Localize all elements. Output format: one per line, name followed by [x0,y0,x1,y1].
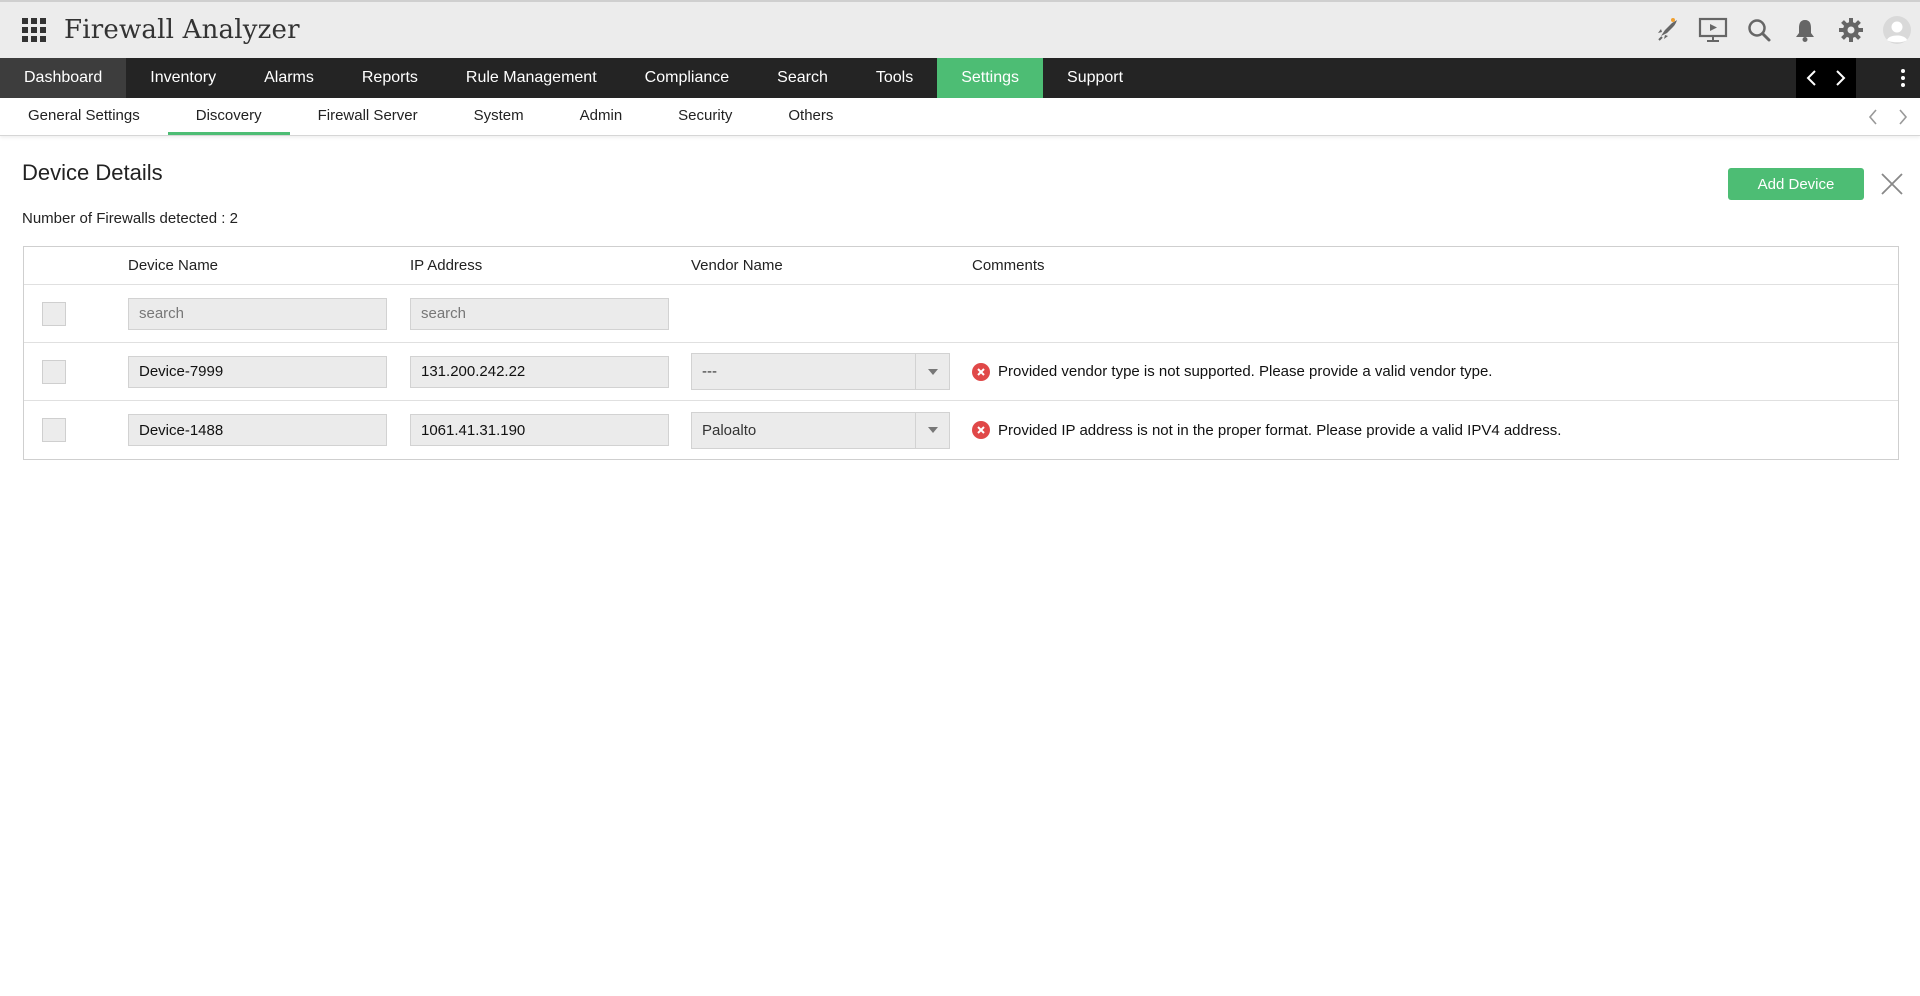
subtab-security[interactable]: Security [650,98,760,135]
column-header-ip-address[interactable]: IP Address [410,257,691,274]
row-checkbox[interactable] [42,418,66,442]
close-icon[interactable] [1878,170,1906,198]
device-name-field[interactable] [128,355,387,388]
error-icon [972,421,990,439]
error-message: Provided vendor type is not supported. P… [998,363,1493,380]
ip-address-field[interactable] [410,414,669,446]
caret-down-icon[interactable] [915,354,949,389]
nav-settings[interactable]: Settings [937,58,1044,98]
gear-icon[interactable] [1828,7,1874,53]
device-table: Device Name IP Address Vendor Name Comme… [23,246,1899,460]
table-header-row: Device Name IP Address Vendor Name Comme… [24,247,1898,285]
column-header-device-name[interactable]: Device Name [128,257,410,274]
main-nav: Dashboard Inventory Alarms Reports Rule … [0,58,1920,98]
more-vertical-icon[interactable] [1886,58,1920,98]
sub-nav: General Settings Discovery Firewall Serv… [0,98,1920,136]
header-toolbar [1644,2,1920,58]
subtab-discovery[interactable]: Discovery [167,98,290,135]
page-title: Device Details [22,160,163,185]
search-icon[interactable] [1736,7,1782,53]
chevron-right-icon[interactable] [1892,106,1914,128]
chevron-left-icon[interactable] [1862,106,1884,128]
subtab-others[interactable]: Others [760,98,861,135]
subtab-firewall-server[interactable]: Firewall Server [290,98,446,135]
app-title: Firewall Analyzer [64,15,300,45]
user-avatar-icon[interactable] [1874,7,1920,53]
nav-scroll-arrows [1796,58,1856,98]
vendor-select[interactable]: --- [691,353,950,390]
firewall-count: Number of Firewalls detected : 2 [22,210,238,227]
bell-icon[interactable] [1782,7,1828,53]
nav-support[interactable]: Support [1043,58,1147,98]
nav-inventory[interactable]: Inventory [126,58,240,98]
subtab-admin[interactable]: Admin [552,98,651,135]
nav-reports[interactable]: Reports [338,58,442,98]
ip-address-field[interactable] [410,355,669,388]
table-row: --- Provided vendor type is not supporte… [24,343,1898,401]
chevron-left-icon[interactable] [1796,58,1826,98]
column-header-comments: Comments [972,257,1045,274]
table-row: Paloalto Provided IP address is not in t… [24,401,1898,459]
vendor-select[interactable]: Paloalto [691,411,950,449]
nav-alarms[interactable]: Alarms [240,58,338,98]
nav-dashboard[interactable]: Dashboard [0,58,127,98]
error-icon [972,362,990,381]
chevron-right-icon[interactable] [1826,58,1856,98]
device-name-field[interactable] [128,414,387,446]
device-name-search-input[interactable] [128,297,387,330]
vendor-select-value: Paloalto [702,421,757,439]
app-grid-icon[interactable] [22,18,46,42]
subtab-system[interactable]: System [446,98,552,135]
subnav-scroll-arrows [1862,98,1914,136]
filter-row [24,285,1898,343]
nav-search[interactable]: Search [753,58,852,98]
caret-down-icon[interactable] [915,412,949,448]
select-all-checkbox[interactable] [42,301,66,326]
nav-tools[interactable]: Tools [852,58,937,98]
presentation-icon[interactable] [1690,7,1736,53]
nav-compliance[interactable]: Compliance [621,58,753,98]
row-checkbox[interactable] [42,359,66,384]
vendor-select-value: --- [702,363,717,380]
add-device-button[interactable]: Add Device [1728,168,1864,200]
ip-address-search-input[interactable] [410,297,669,330]
app-header: Firewall Analyzer [0,0,1920,58]
subtab-general-settings[interactable]: General Settings [0,98,168,135]
rocket-icon[interactable] [1644,7,1690,53]
nav-rule-management[interactable]: Rule Management [442,58,621,98]
column-header-vendor-name[interactable]: Vendor Name [691,257,972,274]
error-message: Provided IP address is not in the proper… [998,421,1562,439]
